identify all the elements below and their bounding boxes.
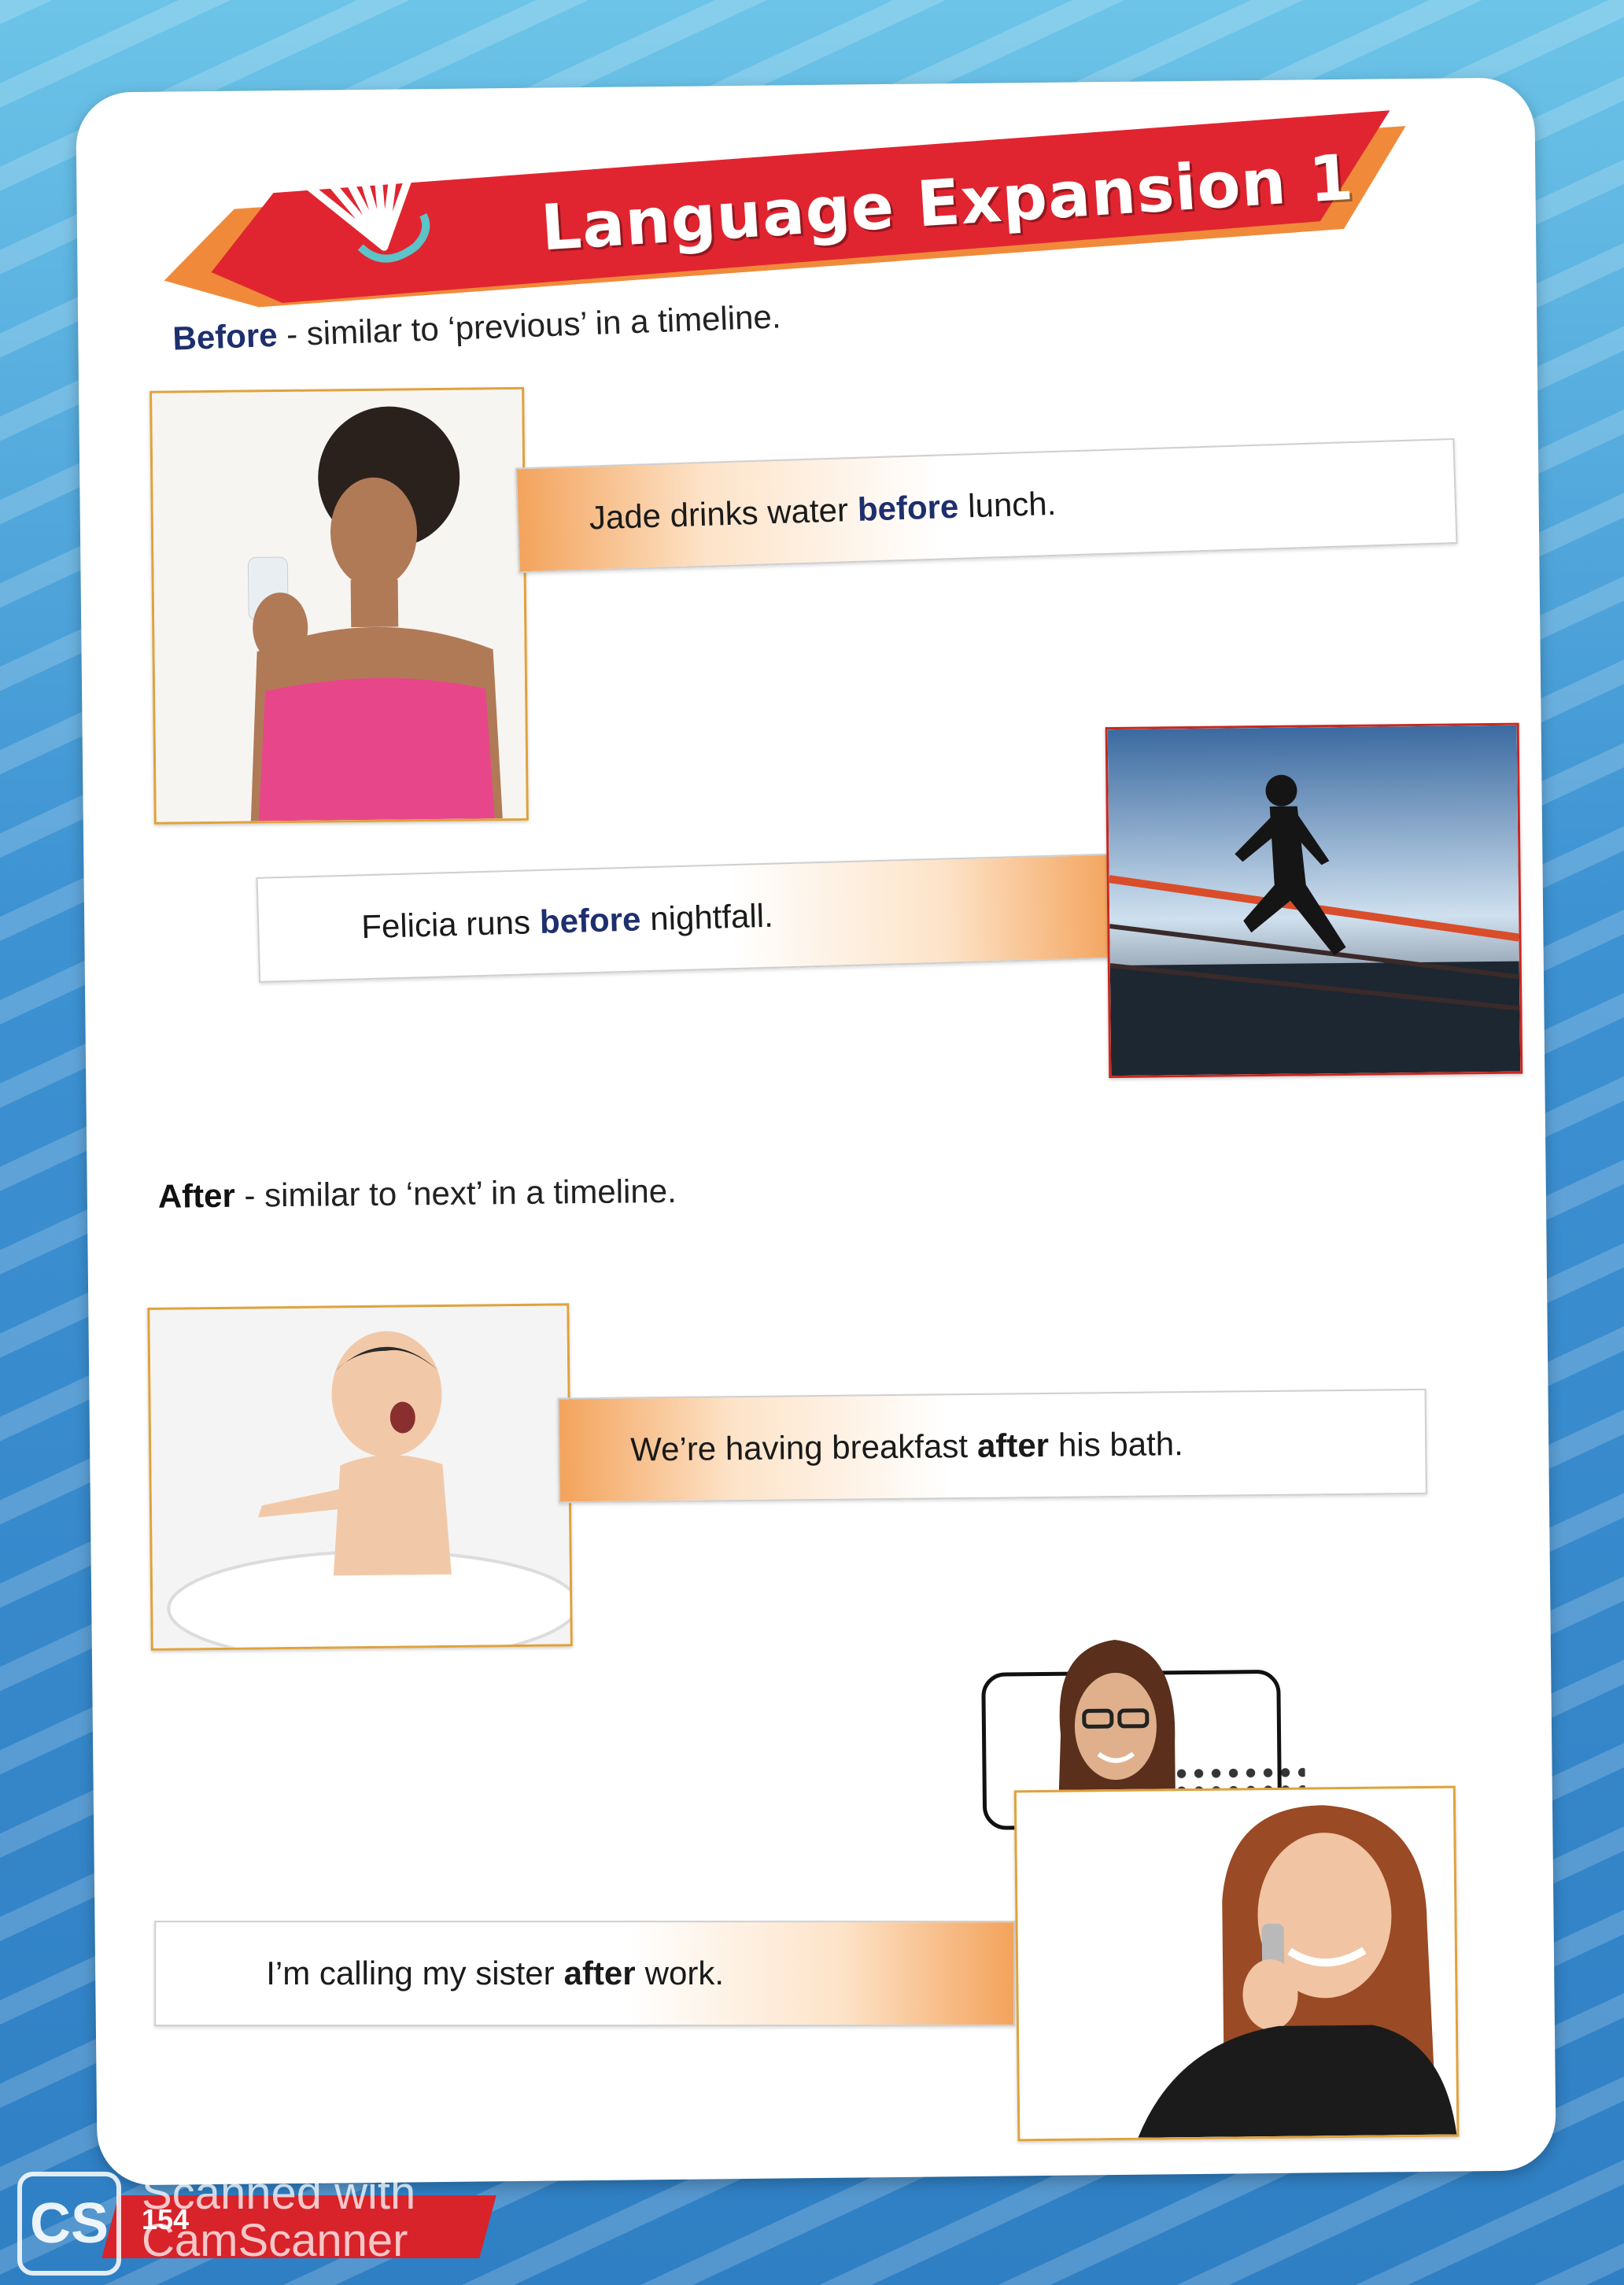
example-1-keyword: before: [857, 487, 959, 528]
example-4-keyword: after: [563, 1955, 636, 1992]
watermark-text: Scanned with CamScanner: [142, 2170, 415, 2265]
section-banner: Language Expansion 1: [163, 110, 1408, 320]
before-keyword: Before: [172, 316, 279, 357]
example-strip-3: We’re having breakfast after his bath.: [557, 1388, 1427, 1504]
photo-baby-bath: [147, 1303, 573, 1651]
photo-jade-drinking-water: [149, 386, 529, 825]
example-4-post: work.: [644, 1955, 725, 1992]
woman-drinking-image: [152, 389, 526, 822]
example-3-keyword: after: [976, 1426, 1050, 1464]
baby-bath-image: [149, 1305, 570, 1648]
example-2-pre: Felicia runs: [360, 903, 531, 946]
runner-silhouette-image: [1107, 725, 1521, 1076]
photo-felicia-running: [1105, 722, 1523, 1079]
watermark-line-2: CamScanner: [142, 2215, 408, 2266]
example-2-post: nightfall.: [649, 896, 774, 938]
after-keyword: After: [157, 1176, 236, 1215]
after-definition: - similar to ‘next’ in a timeline.: [234, 1172, 677, 1214]
example-1-post: lunch.: [967, 484, 1057, 525]
photo-woman-phone: [1013, 1785, 1460, 2142]
example-2-keyword: before: [539, 900, 641, 940]
after-heading: After - similar to ‘next’ in a timeline.: [158, 1172, 677, 1216]
example-3-pre: We’re having breakfast: [629, 1427, 969, 1468]
example-strip-4: I’m calling my sister after work.: [154, 1921, 1016, 2027]
example-strip-2: Felicia runs before nightfall.: [256, 853, 1120, 983]
example-3-post: his bath.: [1057, 1425, 1184, 1464]
example-1-pre: Jade drinks water: [589, 491, 849, 537]
watermark-line-1: Scanned with: [142, 2168, 416, 2219]
example-strip-1: Jade drinks water before lunch.: [515, 437, 1458, 574]
camscanner-logo: CS: [17, 2172, 121, 2276]
example-4-pre: I’m calling my sister: [266, 1955, 555, 1992]
woman-on-phone-image: [1016, 1788, 1457, 2139]
textbook-page: Language Expansion 1 Before - similar to…: [76, 77, 1556, 2186]
